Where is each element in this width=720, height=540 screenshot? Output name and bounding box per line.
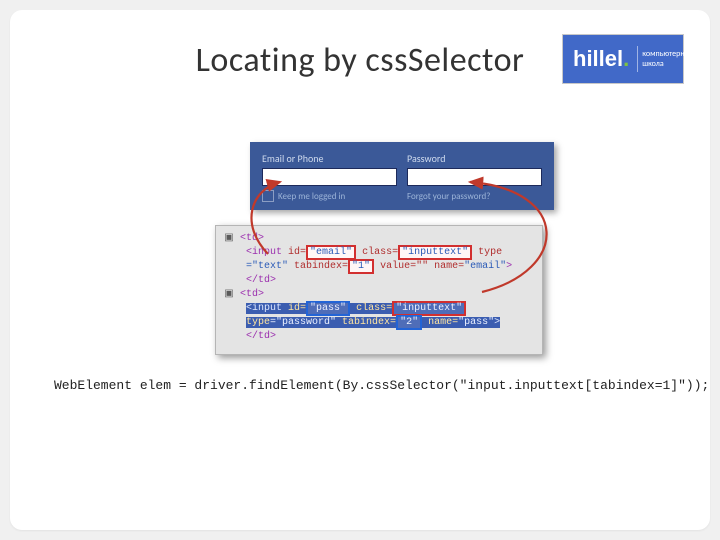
keep-logged-in: Keep me logged in	[262, 190, 397, 202]
email-field	[262, 168, 397, 186]
logo-subtitle: компьютернаяшкола	[637, 46, 696, 72]
password-label: Password	[407, 152, 542, 165]
code-sample: WebElement elem = driver.findElement(By.…	[54, 378, 709, 393]
email-label: Email or Phone	[262, 152, 397, 165]
collapse-icon: ▣	[224, 288, 234, 302]
login-form-screenshot: Email or Phone Password Keep me logged i…	[250, 142, 554, 210]
password-field	[407, 168, 542, 186]
forgot-password-link: Forgot your password?	[407, 190, 542, 202]
checkbox-icon	[262, 190, 274, 202]
logo-text: hillel.	[563, 35, 635, 83]
brand-logo: hillel. компьютернаяшкола	[562, 34, 684, 84]
inspector-password-input: <input id="pass" class="inputtext" type=…	[224, 302, 534, 330]
collapse-icon: ▣	[224, 232, 234, 246]
devtools-inspector: ▣ <td> <input id="email" class="inputtex…	[215, 225, 543, 355]
inspector-email-input: <input id="email" class="inputtext" type…	[224, 246, 534, 274]
